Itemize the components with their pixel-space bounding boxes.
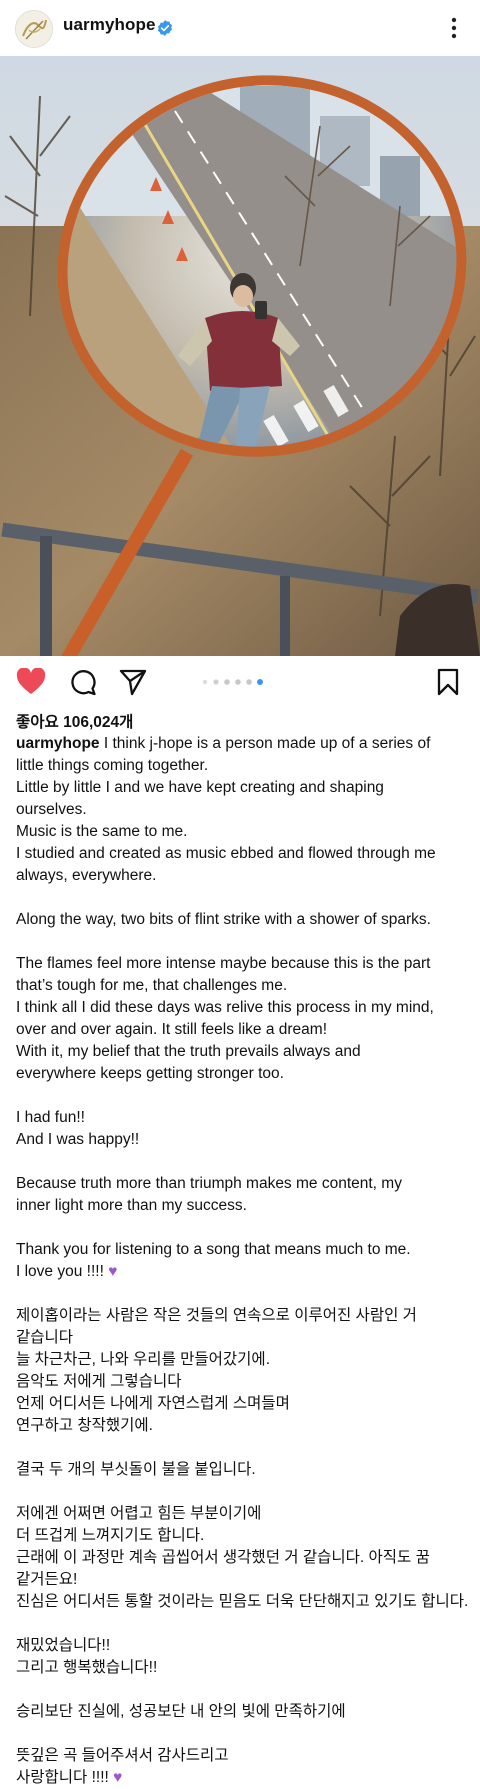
caption-line: And I was happy!! <box>16 1131 140 1148</box>
caption-line: I studied and created as music ebbed and… <box>16 845 436 862</box>
caption-line: 더 뜨겁게 느껴지기도 합니다. <box>16 1527 205 1544</box>
post-caption: uarmyhope I think j-hope is a person mad… <box>16 733 468 1789</box>
carousel-dot <box>246 679 252 685</box>
mirror-selfie-photo <box>0 56 480 656</box>
caption-line: 근래에 이 과정만 계속 곱씹어서 생각했던 거 같습니다. 아직도 꿈 <box>16 1549 430 1566</box>
carousel-dot <box>224 679 230 685</box>
caption-line: everywhere keeps getting stronger too. <box>16 1065 284 1082</box>
carousel-dot <box>235 679 241 685</box>
caption-line: Because truth more than triumph makes me… <box>16 1175 402 1192</box>
carousel-dot-active <box>257 679 263 685</box>
caption-first-line: uarmyhope I think j-hope is a person mad… <box>16 733 468 755</box>
post-header: uarmyhope <box>0 0 480 56</box>
send-icon[interactable] <box>119 668 147 696</box>
caption-body: little things coming together. Little by … <box>16 755 468 1789</box>
more-vertical-icon[interactable] <box>446 14 462 42</box>
caption-line: 늘 차근차근, 나와 우리를 만들어갔기에. <box>16 1351 270 1368</box>
caption-line: With it, my belief that the truth prevai… <box>16 1043 361 1060</box>
caption-line: I love you !!!! ♥ <box>16 1261 468 1283</box>
post-photo[interactable] <box>0 56 480 656</box>
bookmark-icon[interactable] <box>436 668 460 696</box>
carousel-dot <box>213 679 219 685</box>
caption-line: 음악도 저에게 그렇습니다 <box>16 1373 182 1390</box>
caption-line: 저에겐 어쩌면 어렵고 힘든 부분이기에 <box>16 1505 262 1522</box>
caption-line: Little by little I and we have kept crea… <box>16 779 384 796</box>
purple-heart-icon: ♥ <box>113 1769 123 1786</box>
purple-heart-icon: ♥ <box>108 1263 118 1280</box>
caption-line: ourselves. <box>16 801 87 818</box>
caption-line: Thank you for listening to a song that m… <box>16 1241 411 1258</box>
caption-first-line-text: I think j-hope is a person made up of a … <box>99 735 431 752</box>
carousel-dot <box>202 679 208 685</box>
caption-line: I had fun!! <box>16 1109 85 1126</box>
caption-line: 뜻깊은 곡 들어주셔서 감사드리고 <box>16 1747 229 1764</box>
carousel-indicator <box>202 679 263 685</box>
caption-username[interactable]: uarmyhope <box>16 735 100 752</box>
caption-line: 그리고 행복했습니다!! <box>16 1659 158 1676</box>
caption-line: always, everywhere. <box>16 867 157 884</box>
caption-line: 재밌었습니다!! <box>16 1637 111 1654</box>
caption-line: Music is the same to me. <box>16 823 188 840</box>
caption-line: little things coming together. <box>16 757 209 774</box>
username[interactable]: uarmyhope <box>63 15 156 35</box>
caption-line: inner light more than my success. <box>16 1197 247 1214</box>
caption-line: The flames feel more intense maybe becau… <box>16 955 431 972</box>
caption-line: I think all I did these days was relive … <box>16 999 434 1016</box>
caption-line: 연구하고 창작했기에. <box>16 1417 153 1434</box>
caption-line: 진심은 어디서든 통할 것이라는 믿음도 더욱 단단해지고 있기도 합니다. <box>16 1593 469 1610</box>
caption-line: 같거든요! <box>16 1571 78 1588</box>
caption-line: over and over again. It still feels like… <box>16 1021 328 1038</box>
caption-line: 제이홉이라는 사람은 작은 것들의 연속으로 이루어진 사람인 거 <box>16 1307 417 1324</box>
caption-line: 승리보단 진실에, 성공보단 내 안의 빛에 만족하기에 <box>16 1703 346 1720</box>
verified-badge-icon <box>157 20 173 36</box>
caption-line: Along the way, two bits of flint strike … <box>16 911 431 928</box>
avatar-signature-icon <box>16 11 52 47</box>
likes-count[interactable]: 좋아요 106,024개 <box>16 710 133 732</box>
avatar[interactable] <box>15 10 53 48</box>
heart-filled-icon[interactable] <box>16 668 46 696</box>
caption-line: 같습니다 <box>16 1329 74 1346</box>
comment-icon[interactable] <box>69 668 97 696</box>
caption-line: 사랑합니다 !!!! ♥ <box>16 1767 468 1789</box>
caption-line: that’s tough for me, that challenges me. <box>16 977 288 994</box>
caption-line-text: 사랑합니다 !!!! <box>16 1769 114 1786</box>
caption-line-text: I love you !!!! <box>16 1263 109 1280</box>
caption-line: 언제 어디서든 나에게 자연스럽게 스며들며 <box>16 1395 290 1412</box>
caption-line: 결국 두 개의 부싯돌이 불을 붙입니다. <box>16 1461 256 1478</box>
